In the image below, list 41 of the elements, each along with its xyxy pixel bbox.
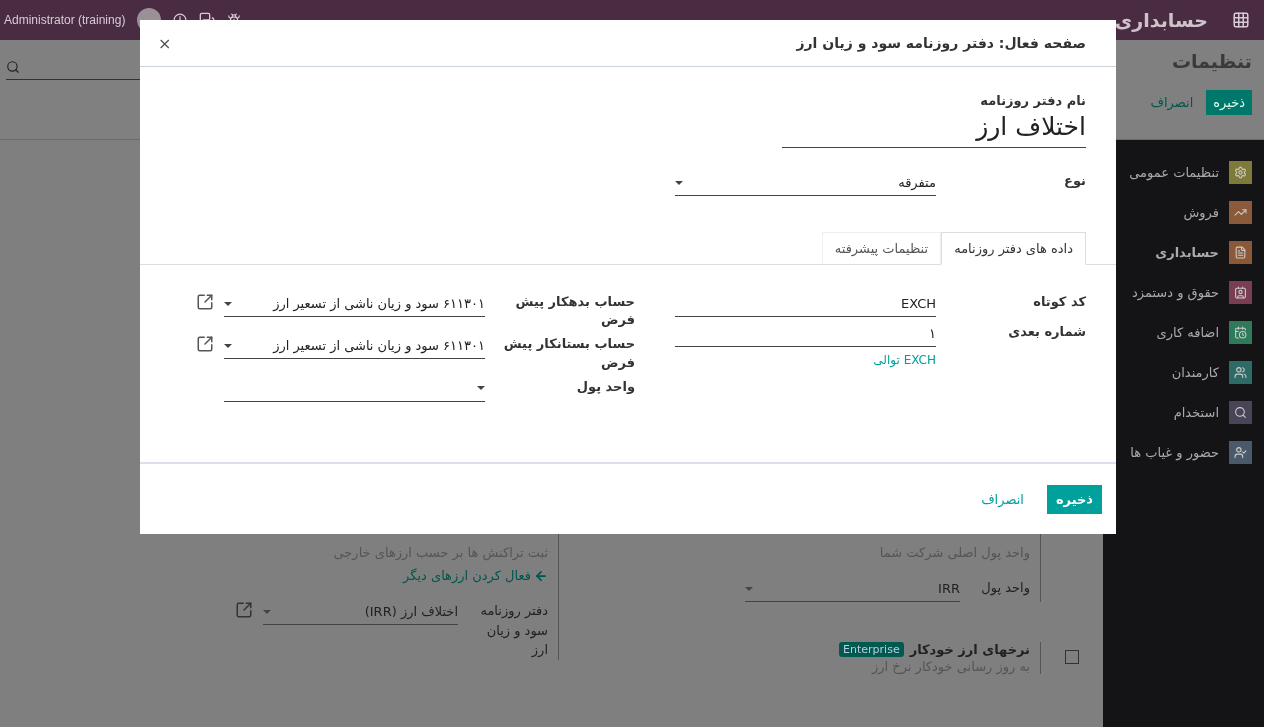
field-label: کد کوتاه	[1032, 293, 1086, 311]
account-select[interactable]: ۶۱۱۳۰۱ سود و زیان ناشی از تسعیر ارز	[224, 293, 485, 317]
search-icon	[6, 59, 20, 74]
sidebar-item[interactable]: کارمندان	[1103, 360, 1252, 384]
sidebar-item[interactable]: استخدام	[1103, 400, 1252, 424]
external-link-icon[interactable]	[235, 601, 253, 619]
external-link-icon[interactable]	[196, 335, 214, 354]
field-label: شماره بعدی	[1007, 323, 1086, 341]
field-label: واحد پول	[575, 377, 635, 396]
tab[interactable]: داده های دفتر روزنامه	[941, 232, 1086, 265]
external-link-icon[interactable]	[196, 293, 214, 311]
user-menu[interactable]: Administrator (training)	[4, 13, 126, 27]
close-button[interactable]: ×	[152, 32, 178, 54]
save-button[interactable]: ذخیره	[1206, 90, 1252, 115]
sidebar-item[interactable]: تنظیمات عمومی	[1103, 160, 1252, 184]
field-label: نوع	[1063, 172, 1086, 190]
app-title: حسابداری	[1114, 9, 1208, 31]
sidebar-item[interactable]: حسابداری	[1103, 240, 1252, 264]
dialog-title: صفحه فعال: دفتر روزنامه سود و زیان ارز	[796, 35, 1086, 51]
type-select[interactable]: متفرقه	[675, 172, 936, 196]
text-field[interactable]: ۱	[675, 323, 936, 347]
field-label: حساب بدهکار پیش فرض	[514, 293, 635, 330]
checkbox[interactable]	[1065, 650, 1079, 664]
journal-name-input[interactable]: اختلاف ارز	[782, 108, 1086, 148]
text-field[interactable]: EXCH	[675, 293, 936, 317]
field-label: دفتر روزنامه سود و زیان ارز	[479, 602, 548, 660]
sidebar-item[interactable]: فروش	[1103, 200, 1252, 224]
field-label: حساب بستانکار پیش فرض	[502, 335, 635, 372]
sidebar-item[interactable]: اضافه کاری	[1103, 320, 1252, 344]
setting-title: نرخهای ارز خودکار	[909, 642, 1030, 657]
apps-menu-icon[interactable]	[1232, 11, 1250, 29]
enterprise-badge: Enterprise	[839, 642, 904, 657]
journal-select[interactable]: اختلاف ارز (IRR)	[263, 601, 458, 625]
field-label: واحد پول	[980, 579, 1030, 598]
sidebar-item[interactable]: حقوق و دستمزد	[1103, 280, 1252, 304]
currency-select[interactable]: IRR	[745, 578, 960, 602]
field-label: نام دفتر روزنامه	[979, 93, 1086, 108]
account-select[interactable]: ۶۱۱۳۰۱ سود و زیان ناشی از تسعیر ارز	[224, 335, 485, 360]
tab[interactable]: تنظیمات پیشرفته	[821, 232, 942, 265]
sidebar-item[interactable]: حضور و غیاب ها	[1103, 440, 1252, 464]
page-title: تنظیمات	[1171, 50, 1252, 72]
